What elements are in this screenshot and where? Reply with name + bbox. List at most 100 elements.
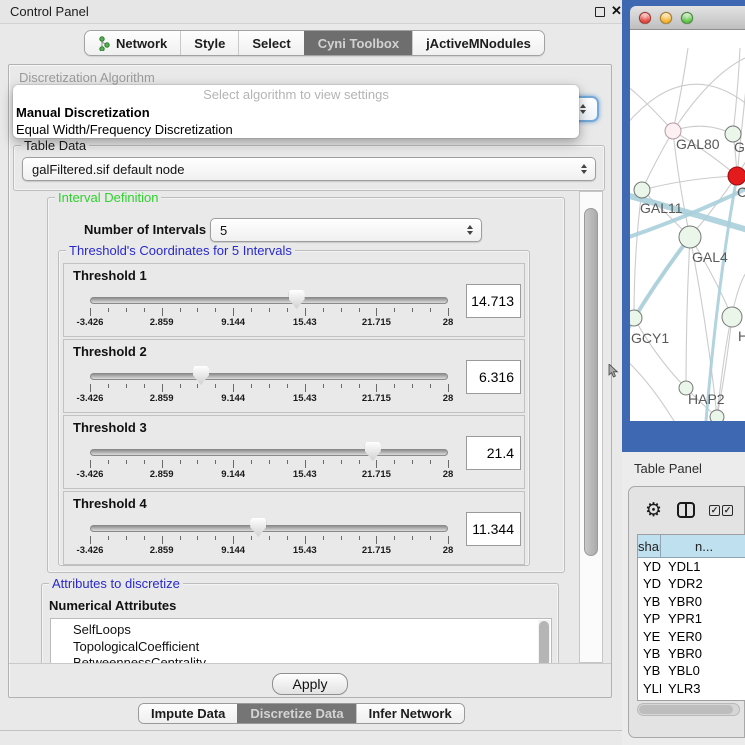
node-table[interactable]: shared...n... YDL19...YDL1YDR27...YDR2YB… — [637, 534, 745, 701]
network-node-node-h[interactable] — [722, 307, 742, 327]
network-node-node-bottom[interactable] — [710, 410, 724, 421]
tick-label: 2.859 — [150, 469, 174, 480]
network-node-gal4[interactable] — [679, 226, 701, 248]
tick-label: -3.426 — [77, 469, 104, 480]
table-row[interactable]: YDL19...YDL1 — [638, 558, 745, 575]
tick-label: 21.715 — [362, 317, 391, 328]
tick-labels: -3.4262.8599.14415.4321.71528 — [90, 393, 448, 405]
table-row[interactable]: YER054CYER0 — [638, 628, 745, 645]
number-of-intervals-combobox[interactable]: 5 — [210, 218, 482, 242]
gear-icon[interactable]: ⚙ — [645, 501, 662, 520]
table-header-row[interactable]: shared...n... — [638, 535, 745, 558]
network-edge[interactable] — [634, 318, 686, 388]
table-cell: YBL079W — [638, 662, 661, 679]
float-window-icon[interactable] — [595, 7, 605, 17]
network-edge[interactable] — [673, 126, 733, 134]
numerical-attributes-list[interactable]: SelfLoopsTopologicalCoefficientBetweenne… — [50, 618, 552, 663]
network-edge[interactable] — [737, 70, 745, 176]
slider-track[interactable] — [90, 297, 448, 304]
network-node-gal11[interactable] — [634, 182, 650, 198]
table-row[interactable]: YBR045CYBR0 — [638, 645, 745, 662]
algorithm-option-manual-discretization[interactable]: Manual Discretization — [13, 104, 579, 121]
node-label-gal11: GAL11 — [640, 200, 683, 216]
slider-thumb[interactable] — [250, 518, 266, 537]
settings-scrollbar[interactable] — [579, 191, 603, 663]
tab-impute-data[interactable]: Impute Data — [139, 704, 237, 723]
tick-mark — [108, 536, 109, 540]
list-item-betweennesscentrality[interactable]: BetweennessCentrality — [51, 655, 551, 663]
tick-mark — [341, 536, 342, 540]
table-data-combobox[interactable]: galFiltered.sif default node — [22, 157, 596, 181]
network-graph[interactable]: GAL80GACGAL11GAL4GCY1HHAP2 — [630, 30, 745, 421]
list-item-topologicalcoefficient[interactable]: TopologicalCoefficient — [51, 639, 551, 656]
table-cell: YBR043C — [638, 593, 661, 610]
close-button[interactable] — [639, 12, 651, 24]
network-window-titlebar[interactable] — [630, 6, 745, 30]
network-edge[interactable] — [673, 48, 688, 131]
column-header-shared[interactable]: shared... — [638, 535, 661, 557]
tab-jactivemnodules[interactable]: jActiveMNodules — [412, 31, 544, 55]
tick-mark — [162, 384, 163, 392]
network-edge[interactable] — [686, 237, 690, 388]
list-item-selfloops[interactable]: SelfLoops — [51, 622, 551, 639]
table-hscrollbar-thumb[interactable] — [639, 705, 733, 714]
threshold-value-field[interactable]: 6.316 — [466, 360, 521, 394]
algorithm-option-equal-width-frequency-discretization[interactable]: Equal Width/Frequency Discretization — [13, 121, 579, 138]
network-edge[interactable] — [642, 131, 673, 190]
threshold-slider[interactable]: -3.4262.8599.14415.4321.71528 — [90, 340, 448, 414]
threshold-value-field[interactable]: 14.713 — [466, 284, 521, 318]
threshold-panel: Threshold 3-3.4262.8599.14415.4321.71528… — [63, 415, 525, 489]
checkbox-checked-icon[interactable]: ✓ — [722, 505, 733, 516]
tab-discretize-data[interactable]: Discretize Data — [237, 704, 355, 723]
slider-track[interactable] — [90, 373, 448, 380]
threshold-slider[interactable]: -3.4262.8599.14415.4321.71528 — [90, 416, 448, 490]
apply-button[interactable]: Apply — [272, 673, 348, 695]
settings-scrollbar-thumb[interactable] — [584, 208, 598, 556]
zoom-button[interactable] — [681, 12, 693, 24]
network-edge[interactable] — [642, 176, 737, 190]
tick-mark — [376, 536, 377, 544]
tick-mark — [144, 536, 145, 540]
threshold-slider[interactable]: -3.4262.8599.14415.4321.71528 — [90, 492, 448, 566]
table-row[interactable]: YBR043CYBR0 — [638, 593, 745, 610]
tick-label: 21.715 — [362, 393, 391, 404]
table-row[interactable]: YLR345WYLR3 — [638, 680, 745, 697]
node-label-gal80: GAL80 — [676, 136, 720, 152]
table-row[interactable]: YDR27...YDR2 — [638, 575, 745, 592]
tab-select[interactable]: Select — [238, 31, 303, 55]
tab-infer-network[interactable]: Infer Network — [356, 704, 464, 723]
table-hscrollbar[interactable] — [637, 703, 740, 716]
network-edge[interactable] — [733, 48, 740, 134]
node-label-gal4: GAL4 — [692, 249, 728, 265]
table-row[interactable]: YBL079WYBL0 — [638, 662, 745, 679]
settings-scroll-area: Interval Definition Number of Intervals … — [13, 191, 581, 663]
list-scrollbar[interactable] — [538, 620, 550, 663]
slider-thumb[interactable] — [289, 290, 305, 309]
threshold-slider[interactable]: -3.4262.8599.14415.4321.71528 — [90, 264, 448, 338]
slider-track[interactable] — [90, 525, 448, 532]
slider-track[interactable] — [90, 449, 448, 456]
close-icon[interactable]: ✕ — [611, 3, 622, 19]
network-node-node-red[interactable] — [728, 167, 745, 185]
threshold-value-field[interactable]: 11.344 — [466, 512, 521, 546]
tab-cyni-toolbox[interactable]: Cyni Toolbox — [304, 31, 412, 55]
table-row[interactable]: YIL052CYIL0 — [638, 697, 745, 701]
checkbox-checked-icon[interactable]: ✓ — [709, 505, 720, 516]
network-edge[interactable] — [630, 360, 674, 421]
table-row[interactable]: YPR145WYPR1 — [638, 610, 745, 627]
threshold-value-field[interactable]: 21.4 — [466, 436, 521, 470]
split-columns-icon[interactable] — [677, 502, 695, 518]
tab-style[interactable]: Style — [180, 31, 238, 55]
tab-network[interactable]: Network — [85, 31, 180, 55]
tick-mark — [251, 460, 252, 464]
minimize-button[interactable] — [660, 12, 672, 24]
tick-mark — [394, 460, 395, 464]
tick-mark — [215, 308, 216, 312]
list-scrollbar-thumb[interactable] — [539, 621, 549, 663]
network-edge[interactable] — [706, 176, 737, 421]
slider-thumb[interactable] — [365, 442, 381, 461]
column-header-n[interactable]: n... — [661, 535, 745, 557]
network-node-gcy1[interactable] — [630, 310, 642, 326]
slider-thumb[interactable] — [193, 366, 209, 385]
network-canvas[interactable]: GAL80GACGAL11GAL4GCY1HHAP2 — [630, 30, 745, 421]
